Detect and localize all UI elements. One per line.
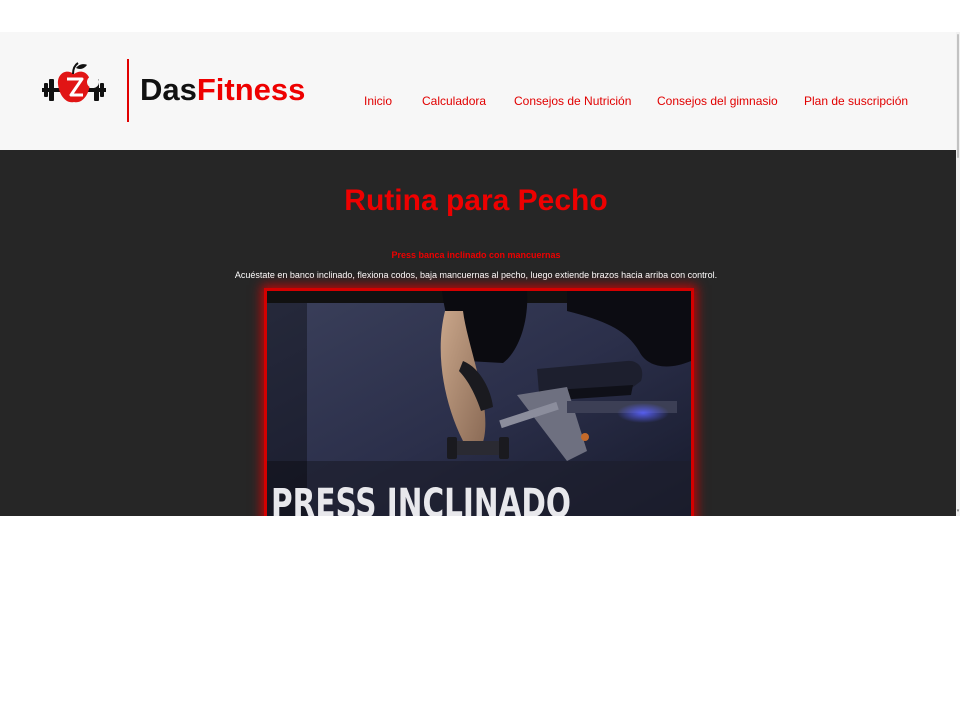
nav-item-consejos-nutricion[interactable]: Consejos de Nutrición [514, 94, 631, 108]
scroll-down-arrow-icon[interactable]: ▾ [956, 508, 960, 514]
page-scrollbar[interactable]: ▾ [956, 32, 960, 516]
browser-viewport: DasFitness Inicio Calculadora Consejos d… [0, 32, 960, 516]
scrollbar-thumb[interactable] [957, 34, 959, 158]
video-caption: PRESS INCLINADO [271, 481, 571, 516]
main-nav: Inicio Calculadora Consejos de Nutrición… [0, 94, 956, 110]
site-header: DasFitness Inicio Calculadora Consejos d… [0, 32, 956, 150]
brand-divider [127, 59, 129, 122]
routine-content: Rutina para Pecho Press banca inclinado … [0, 150, 956, 516]
exercise-description: Acuéstate en banco inclinado, flexiona c… [234, 270, 718, 280]
nav-item-calculadora[interactable]: Calculadora [422, 94, 486, 108]
nav-item-consejos-gimnasio[interactable]: Consejos del gimnasio [657, 94, 778, 108]
exercise-name: Press banca inclinado con mancuernas [391, 250, 561, 260]
nav-item-inicio[interactable]: Inicio [364, 94, 392, 108]
nav-item-plan-suscripcion[interactable]: Plan de suscripción [804, 94, 908, 108]
exercise-video[interactable]: PRESS INCLINADO [264, 288, 694, 516]
page-title: Rutina para Pecho [344, 184, 608, 217]
